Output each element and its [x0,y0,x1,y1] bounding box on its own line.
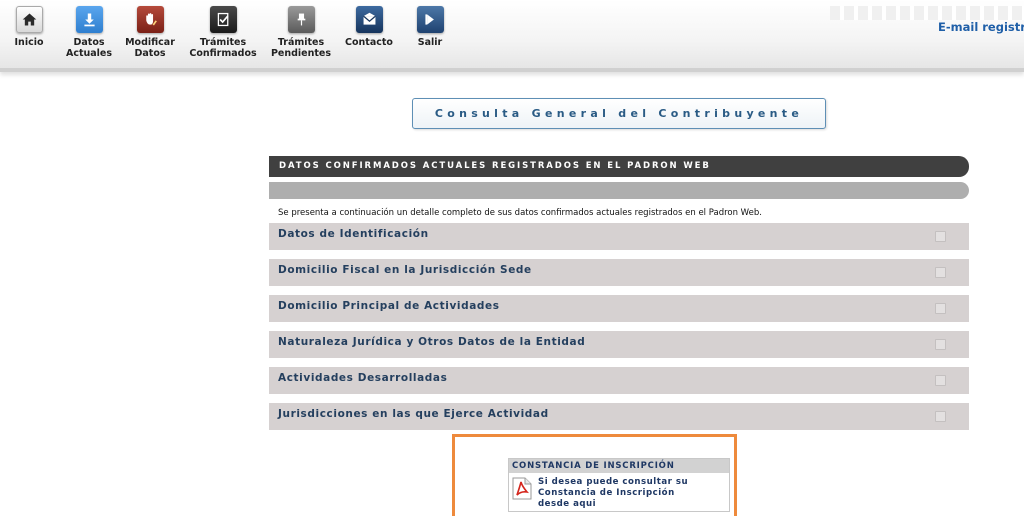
nav-label-salir: Salir [417,37,443,48]
row-label: Actividades Desarrolladas [278,371,448,384]
row-checkbox[interactable] [935,339,946,350]
row-checkbox[interactable] [935,231,946,242]
row-label: Domicilio Principal de Actividades [278,299,500,312]
constancia-box: CONSTANCIA DE INSCRIPCIÓN Si desea puede… [508,458,730,512]
row-checkbox[interactable] [935,303,946,314]
row-label: Datos de Identificación [278,227,429,240]
pdf-icon[interactable] [512,477,532,500]
intro-text: Se presenta a continuación un detalle co… [278,208,762,218]
constancia-body[interactable]: Si desea puede consultar su Constancia d… [509,473,729,510]
nav-tramites-pendientes[interactable]: Trámites Pendientes [270,6,332,59]
row-checkbox[interactable] [935,267,946,278]
nav-salir[interactable]: Salir [414,6,446,48]
row-jurisdicciones[interactable]: Jurisdicciones en las que Ejerce Activid… [269,403,969,430]
nav-modificar-datos[interactable]: Modificar Datos [122,6,178,59]
pin-icon [287,6,315,33]
download-icon [75,6,103,33]
nav-datos-actuales[interactable]: Datos Actuales [63,6,115,59]
row-naturaleza-juridica[interactable]: Naturaleza Jurídica y Otros Datos de la … [269,331,969,358]
nav-label-tramites-confirmados: Trámites Confirmados [189,37,257,59]
page-title: Consulta General del Contribuyente [412,98,826,129]
exit-icon [416,6,444,33]
nav-label-datos-actuales: Datos Actuales [65,37,113,59]
section-header: DATOS CONFIRMADOS ACTUALES REGISTRADOS E… [269,156,969,177]
edit-hand-icon [136,6,164,33]
row-label: Domicilio Fiscal en la Jurisdicción Sede [278,263,532,276]
row-actividades-desarrolladas[interactable]: Actividades Desarrolladas [269,367,969,394]
row-checkbox[interactable] [935,375,946,386]
row-label: Naturaleza Jurídica y Otros Datos de la … [278,335,586,348]
nav-label-inicio: Inicio [14,37,44,48]
nav-label-modificar-datos: Modificar Datos [125,37,175,59]
nav-contacto[interactable]: Contacto [343,6,395,48]
nav-label-tramites-pendientes: Trámites Pendientes [270,37,332,59]
row-checkbox[interactable] [935,411,946,422]
row-label: Jurisdicciones en las que Ejerce Activid… [278,407,549,420]
section-subbar [269,182,969,199]
document-check-icon [209,6,237,33]
toolbar-decoration [830,6,1024,20]
row-domicilio-principal[interactable]: Domicilio Principal de Actividades [269,295,969,322]
home-icon [15,6,43,33]
email-registrado-link[interactable]: E-mail registrado [938,20,1024,34]
constancia-title: CONSTANCIA DE INSCRIPCIÓN [509,459,729,473]
top-toolbar: Inicio Datos Actuales Modificar Datos Tr… [0,0,1024,72]
nav-tramites-confirmados[interactable]: Trámites Confirmados [189,6,257,59]
nav-inicio[interactable]: Inicio [8,6,50,48]
row-datos-identificacion[interactable]: Datos de Identificación [269,223,969,250]
constancia-link[interactable]: Si desea puede consultar su Constancia d… [538,477,688,510]
envelope-icon [355,6,383,33]
row-domicilio-fiscal[interactable]: Domicilio Fiscal en la Jurisdicción Sede [269,259,969,286]
nav-label-contacto: Contacto [345,37,393,48]
